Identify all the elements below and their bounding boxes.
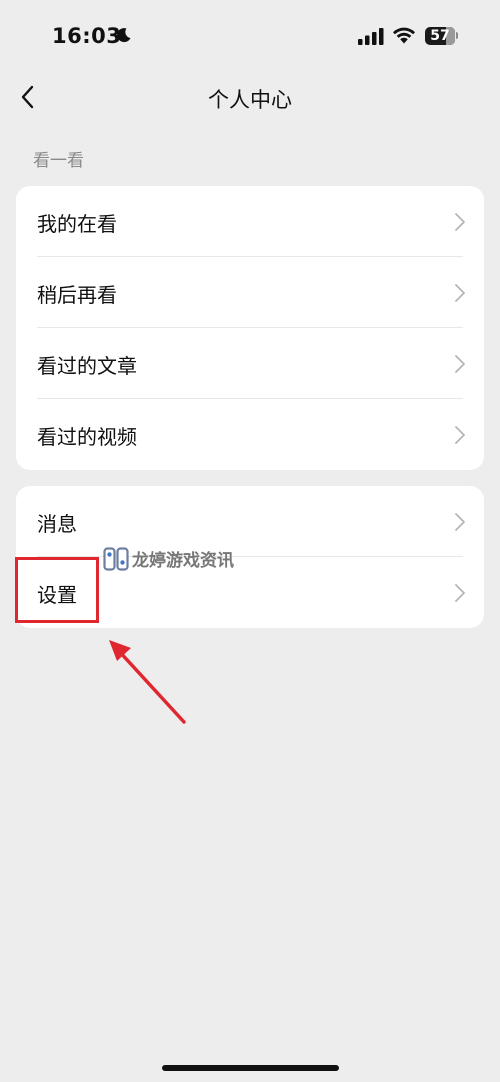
chevron-right-icon: [455, 355, 465, 373]
menu-item-label: 消息: [37, 512, 77, 536]
section-label: 看一看: [33, 151, 84, 171]
battery-icon: 57: [425, 27, 455, 45]
status-time: 16:03: [52, 24, 122, 48]
arrow-annotation: [109, 640, 186, 724]
wifi-icon: [393, 27, 415, 44]
watch-history-card: 我的在看 稍后再看 看过的文章 看过的视频: [16, 186, 484, 470]
menu-item-label: 我的在看: [37, 212, 117, 236]
home-indicator: [162, 1065, 339, 1071]
chevron-right-icon: [455, 513, 465, 531]
settings-highlight-box: [15, 557, 99, 623]
menu-item-label: 看过的视频: [37, 425, 137, 449]
battery-level: 57: [430, 28, 450, 44]
nav-bar: 个人中心: [0, 72, 500, 122]
menu-item-watch-later[interactable]: 稍后再看: [16, 257, 484, 328]
chevron-right-icon: [455, 426, 465, 444]
watermark-text: 龙婷游戏资讯: [132, 551, 234, 571]
menu-item-messages[interactable]: 消息: [16, 486, 484, 557]
menu-item-label: 看过的文章: [37, 354, 137, 378]
moon-icon: [117, 28, 131, 43]
page-title: 个人中心: [208, 88, 292, 112]
game-controller-icon: [103, 547, 129, 571]
chevron-right-icon: [455, 284, 465, 302]
menu-item-viewed-articles[interactable]: 看过的文章: [16, 328, 484, 399]
menu-item-my-watching[interactable]: 我的在看: [16, 186, 484, 257]
battery-nub: [456, 32, 458, 39]
signal-icon: [358, 28, 384, 45]
chevron-right-icon: [455, 213, 465, 231]
status-bar: 16:03 57: [0, 0, 500, 72]
menu-item-viewed-videos[interactable]: 看过的视频: [16, 399, 484, 470]
chevron-right-icon: [455, 584, 465, 602]
menu-item-label: 稍后再看: [37, 283, 117, 307]
